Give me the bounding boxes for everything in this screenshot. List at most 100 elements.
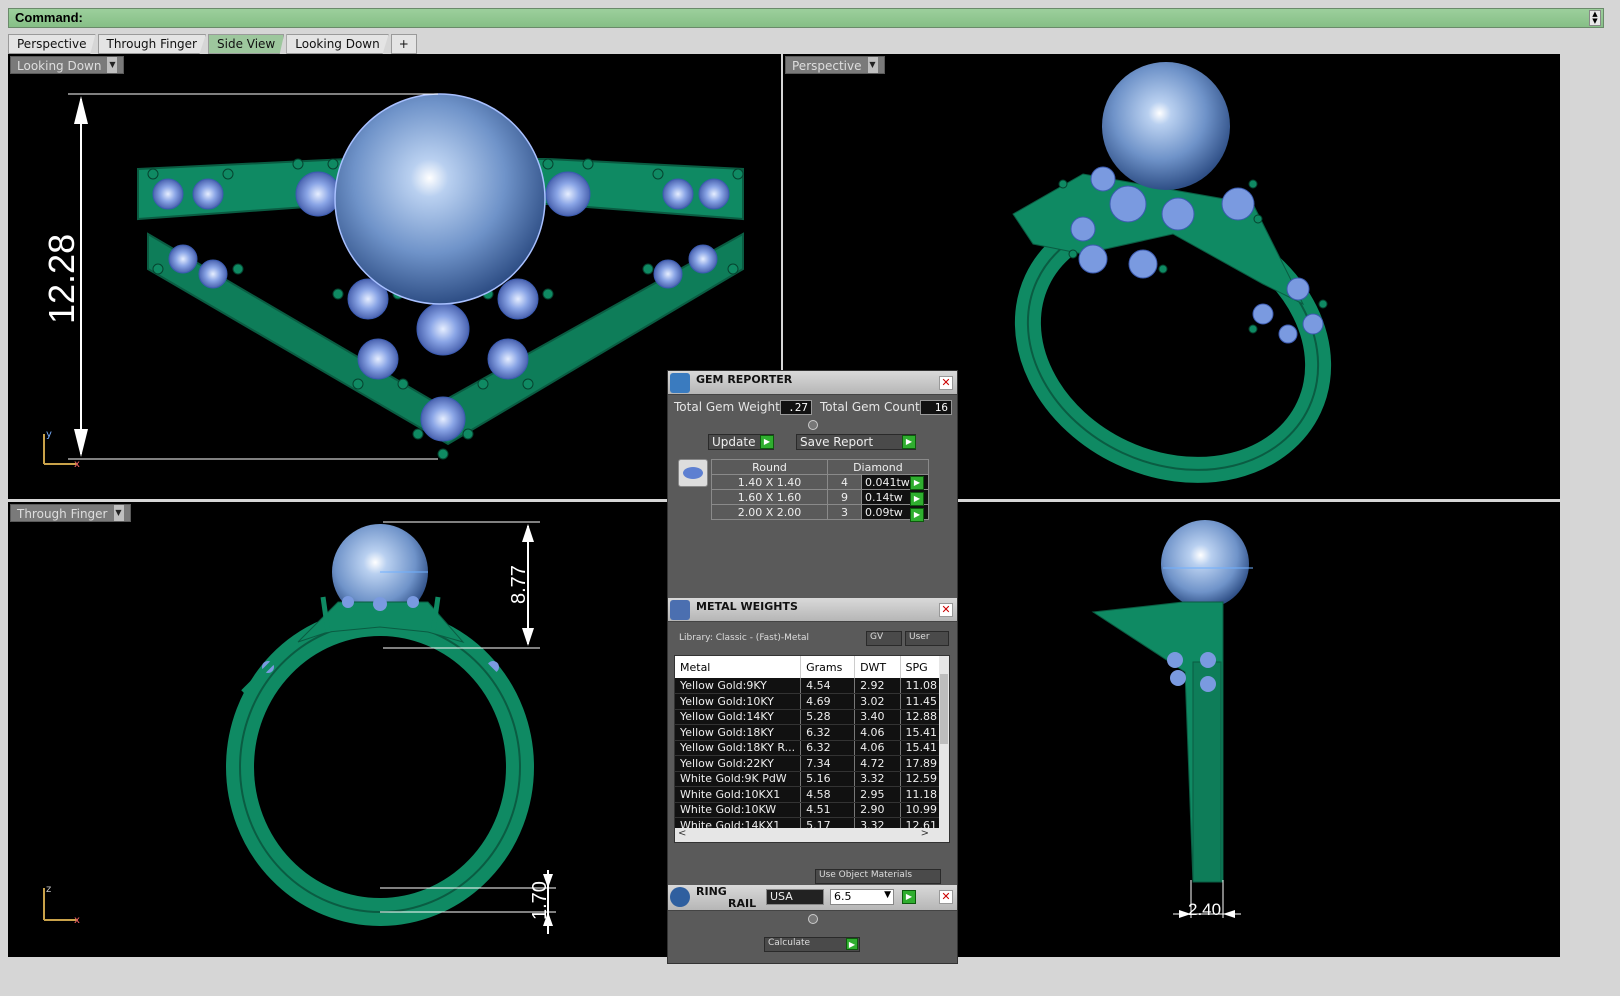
- metal-spg: 10.99: [900, 802, 943, 818]
- gem-reporter-title: GEM REPORTER: [696, 373, 793, 386]
- table-row[interactable]: 1.60 X 1.60 9 0.14tw: [711, 489, 929, 505]
- viewport-label-perspective[interactable]: Perspective ▼: [785, 56, 885, 74]
- chevron-left-icon[interactable]: <: [678, 828, 686, 839]
- metal-grams: 4.51: [800, 802, 856, 818]
- ring-rail-go-icon[interactable]: ▶: [902, 890, 916, 904]
- viewport-label-looking-down[interactable]: Looking Down ▼: [10, 56, 125, 74]
- row-go-icon[interactable]: ▶: [910, 492, 924, 506]
- divider-handle[interactable]: [808, 914, 818, 924]
- metal-spg: 15.41: [900, 724, 943, 741]
- ring-size-value: 6.5: [834, 890, 852, 903]
- table-row[interactable]: Yellow Gold:14KY 5.28 3.40 12.88: [675, 709, 943, 725]
- metal-col-grams[interactable]: Grams: [800, 656, 856, 678]
- gem-metal-panel: GEM REPORTER ✕ Total Gem Weight .27 Tota…: [667, 370, 958, 964]
- tab-looking-down[interactable]: Looking Down: [286, 34, 389, 54]
- metal-grams: 6.32: [800, 740, 856, 756]
- chevron-down-icon[interactable]: ▼: [113, 505, 124, 521]
- table-row[interactable]: Yellow Gold:18KY R... 6.32 4.06 15.41: [675, 740, 943, 756]
- gem-size: 1.60 X 1.60: [711, 489, 828, 505]
- metal-vertical-scrollbar[interactable]: [939, 656, 949, 830]
- chevron-down-icon[interactable]: ▼: [867, 57, 878, 73]
- table-row[interactable]: Yellow Gold:9KY 4.54 2.92 11.08: [675, 678, 943, 694]
- calculate-label: Calculate: [768, 938, 811, 948]
- viewport-looking-down[interactable]: 12.28 y x Looking Down ▼: [8, 54, 781, 499]
- metal-grams: 4.54: [800, 678, 856, 694]
- metal-dwt: 4.06: [854, 724, 901, 741]
- metal-spg: 17.89: [900, 755, 943, 772]
- add-tab-button[interactable]: +: [390, 34, 417, 54]
- metal-weights-header[interactable]: METAL WEIGHTS ✕: [668, 598, 957, 622]
- total-gem-weight-label: Total Gem Weight: [674, 400, 780, 414]
- metal-name: Yellow Gold:18KY: [675, 724, 802, 741]
- metal-spg: 12.59: [900, 771, 943, 787]
- scroll-thumb[interactable]: [940, 674, 948, 744]
- total-gem-weight-value: .27: [780, 400, 812, 415]
- ring-size-select[interactable]: 6.5 ▼: [830, 889, 894, 905]
- close-icon[interactable]: ✕: [939, 376, 953, 390]
- chevron-down-icon[interactable]: ▼: [884, 890, 891, 900]
- gem-reporter-header[interactable]: GEM REPORTER ✕: [668, 371, 957, 395]
- command-history-spinner[interactable]: ▲ ▼: [1589, 10, 1601, 26]
- metal-name: White Gold:9K PdW: [675, 771, 802, 787]
- dimension-band-label: 1.70: [529, 881, 551, 920]
- metal-horizontal-scrollbar[interactable]: < >: [675, 828, 949, 842]
- gem-size: 2.00 X 2.00: [711, 504, 828, 520]
- save-report-button[interactable]: Save Report: [796, 434, 916, 450]
- table-row[interactable]: White Gold:10KX1 4.58 2.95 11.18: [675, 786, 943, 803]
- use-object-materials-checkbox[interactable]: Use Object Materials: [815, 869, 941, 884]
- table-row[interactable]: Yellow Gold:18KY 6.32 4.06 15.41: [675, 724, 943, 741]
- table-row[interactable]: Yellow Gold:22KY 7.34 4.72 17.89: [675, 755, 943, 772]
- metal-col-dwt[interactable]: DWT: [854, 656, 901, 678]
- metal-spg: 11.08: [900, 678, 943, 694]
- calculate-go-icon[interactable]: ▶: [846, 938, 858, 950]
- table-row[interactable]: White Gold:9K PdW 5.16 3.32 12.59: [675, 771, 943, 787]
- gem-count: 4: [827, 474, 862, 490]
- chevron-down-icon[interactable]: ▼: [107, 57, 118, 73]
- viewport-through-finger[interactable]: 8.77 1.70 z x Through Finger ▼: [8, 502, 781, 957]
- metal-spg: 15.41: [900, 740, 943, 756]
- gv-toggle[interactable]: GV: [866, 631, 902, 646]
- region-value: USA: [770, 890, 793, 903]
- gem-size: 1.40 X 1.40: [711, 474, 828, 490]
- axis-z-label: z: [46, 884, 51, 895]
- metal-weights-title: METAL WEIGHTS: [696, 600, 798, 613]
- ring-rail-header[interactable]: RING RAIL USA 6.5 ▼ ▶ ✕: [668, 885, 957, 911]
- table-row[interactable]: 2.00 X 2.00 3 0.09tw: [711, 504, 929, 520]
- row-go-icon[interactable]: ▶: [910, 476, 924, 490]
- user-toggle[interactable]: User: [905, 631, 949, 646]
- update-go-icon[interactable]: ▶: [760, 435, 774, 449]
- save-report-go-icon[interactable]: ▶: [902, 435, 916, 449]
- metal-col-spg[interactable]: SPG: [900, 656, 943, 678]
- table-row[interactable]: Yellow Gold:10KY 4.69 3.02 11.45: [675, 693, 943, 710]
- metal-dwt: 3.02: [854, 693, 901, 710]
- command-bar[interactable]: Command: ▲ ▼: [8, 8, 1604, 28]
- gem-table: Round Diamond 1.40 X 1.40 4 0.041tw 1.60…: [711, 459, 929, 520]
- tab-side-view[interactable]: Side View: [208, 34, 285, 54]
- metal-table-body: Yellow Gold:9KY 4.54 2.92 11.08 Yellow Gold:…: [675, 678, 943, 842]
- use-object-materials-label: Use Object Materials: [819, 870, 913, 880]
- viewport-label-through-finger[interactable]: Through Finger ▼: [10, 504, 131, 522]
- divider-handle[interactable]: [808, 420, 818, 430]
- table-row[interactable]: 1.40 X 1.40 4 0.041tw: [711, 474, 929, 490]
- metal-table-container[interactable]: Metal Grams DWT SPG Yellow Gold:9KY 4.54 2…: [674, 655, 950, 843]
- metal-col-metal[interactable]: Metal: [675, 656, 802, 678]
- metal-dwt: 2.95: [854, 786, 901, 803]
- close-icon[interactable]: ✕: [939, 890, 953, 904]
- axis-x-label: x: [74, 459, 80, 470]
- metal-dwt: 3.32: [854, 771, 901, 787]
- metal-library-label: Library: Classic - (Fast)-Metal: [679, 633, 810, 643]
- viewport-label-text: Looking Down: [17, 59, 102, 73]
- region-select[interactable]: USA: [766, 889, 824, 905]
- row-go-icon[interactable]: ▶: [910, 508, 924, 522]
- ring-icon: [670, 887, 690, 907]
- dimension-width-label: 2.40: [1188, 900, 1221, 919]
- metal-dwt: 4.06: [854, 740, 901, 756]
- tab-through-finger[interactable]: Through Finger: [97, 34, 206, 54]
- tab-perspective[interactable]: Perspective: [8, 34, 96, 54]
- viewport-tabs: Perspective Through Finger Side View Loo…: [8, 34, 417, 54]
- table-row[interactable]: White Gold:10KW 4.51 2.90 10.99: [675, 802, 943, 818]
- viewport-label-text: Perspective: [792, 59, 862, 73]
- close-icon[interactable]: ✕: [939, 603, 953, 617]
- chevron-right-icon[interactable]: >: [921, 828, 929, 839]
- metal-grams: 6.32: [800, 724, 856, 741]
